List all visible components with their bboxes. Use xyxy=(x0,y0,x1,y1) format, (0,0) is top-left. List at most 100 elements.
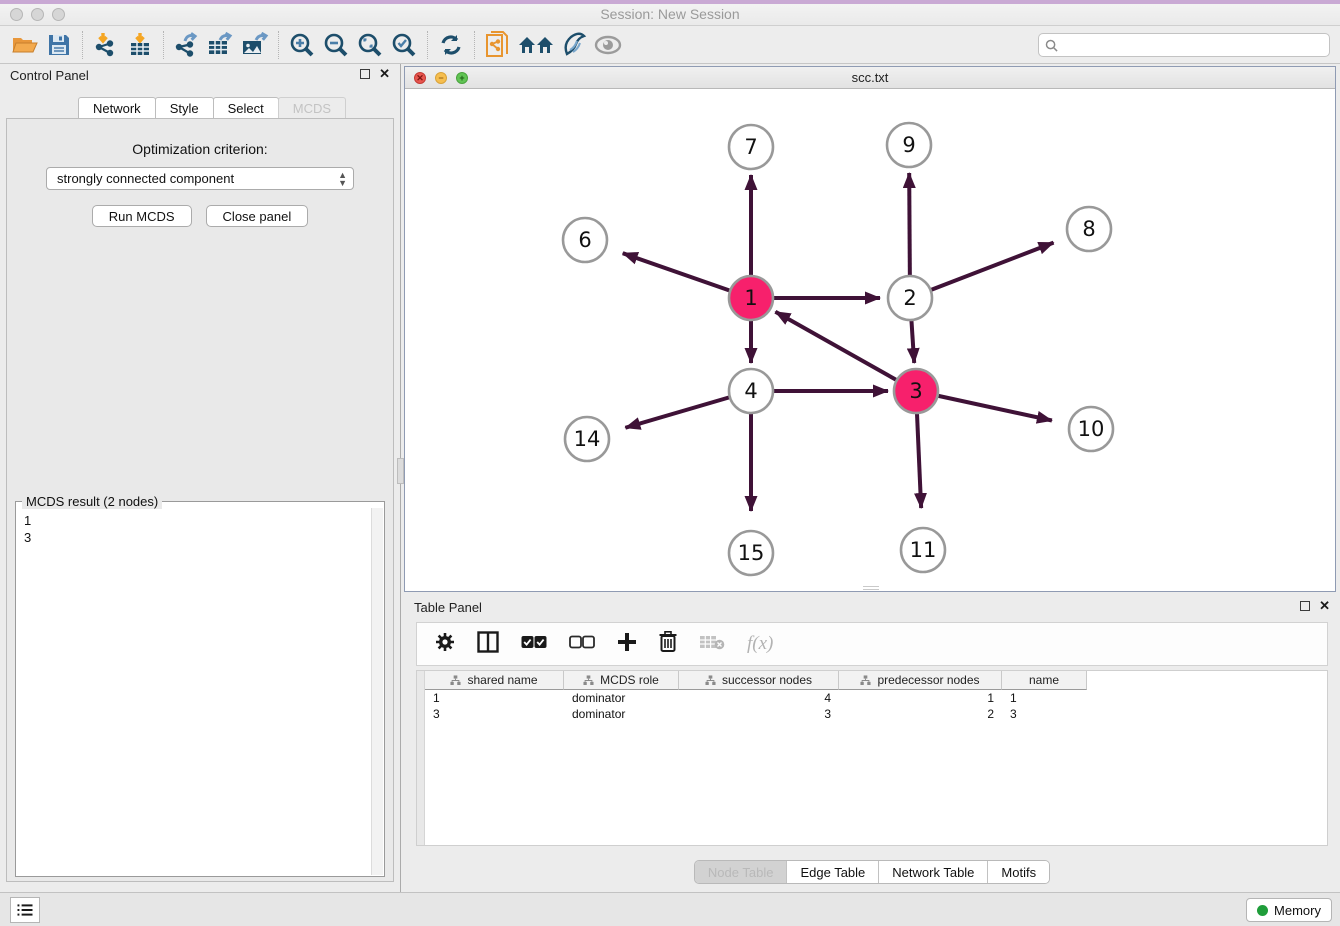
zoom-out-button[interactable] xyxy=(319,29,353,61)
table-row[interactable]: 1dominator411 xyxy=(425,690,1087,706)
table-cell[interactable]: 2 xyxy=(839,706,1002,722)
clone-network-icon xyxy=(485,31,511,59)
deselect-all-button[interactable] xyxy=(569,635,595,654)
zoom-selected-button[interactable] xyxy=(387,29,421,61)
import-network-icon xyxy=(93,32,119,58)
table-header-row: shared name MCDS rolesuccessor nodesprede… xyxy=(425,671,1087,690)
mcds-result-line[interactable]: 3 xyxy=(24,529,370,546)
mcds-result-line[interactable]: 1 xyxy=(24,512,370,529)
node-label-10: 10 xyxy=(1078,417,1105,441)
search-input[interactable] xyxy=(1063,38,1323,53)
show-hide-details-button[interactable] xyxy=(591,29,625,61)
table-cell[interactable]: 4 xyxy=(679,690,839,706)
export-image-button[interactable] xyxy=(238,29,272,61)
refresh-view-button[interactable] xyxy=(434,29,468,61)
toolbar-separator xyxy=(278,31,279,59)
column-header-successor-nodes[interactable]: successor nodes xyxy=(679,671,839,690)
close-panel-icon[interactable]: ✕ xyxy=(379,69,390,79)
node-label-15: 15 xyxy=(738,541,765,565)
network-graph[interactable]: 7968124314101511 xyxy=(405,89,1335,591)
table-cell[interactable]: dominator xyxy=(564,706,679,722)
control-panel-title: Control Panel xyxy=(10,68,89,83)
tab-edge-table[interactable]: Edge Table xyxy=(787,861,879,883)
clone-network-button[interactable] xyxy=(481,29,515,61)
node-label-2: 2 xyxy=(903,286,916,310)
list-icon xyxy=(17,903,33,917)
tab-motifs[interactable]: Motifs xyxy=(988,861,1049,883)
add-column-button[interactable] xyxy=(617,632,637,657)
column-header-shared-name[interactable]: shared name xyxy=(425,671,564,690)
zoom-in-button[interactable] xyxy=(285,29,319,61)
column-header-predecessor-nodes[interactable]: predecessor nodes xyxy=(839,671,1002,690)
tab-network[interactable]: Network xyxy=(78,97,156,119)
tab-mcds[interactable]: MCDS xyxy=(278,97,346,119)
mcds-result-title: MCDS result (2 nodes) xyxy=(22,494,162,509)
table-cell[interactable]: 3 xyxy=(679,706,839,722)
window-title: Session: New Session xyxy=(0,6,1340,22)
delete-columns-button[interactable] xyxy=(659,631,677,657)
export-network-icon xyxy=(173,32,201,58)
column-header-name[interactable]: name xyxy=(1002,671,1087,690)
export-table-button[interactable] xyxy=(204,29,238,61)
table-cell[interactable]: 1 xyxy=(839,690,1002,706)
table-cell[interactable]: 3 xyxy=(425,706,564,722)
table-cell[interactable]: 3 xyxy=(1002,706,1087,722)
network-canvas[interactable]: 7968124314101511 xyxy=(405,89,1335,591)
zoom-fit-icon xyxy=(357,32,383,58)
close-table-panel-icon[interactable]: ✕ xyxy=(1319,601,1330,611)
save-session-button[interactable] xyxy=(42,29,76,61)
network-window-titlebar[interactable]: ✕ − + scc.txt xyxy=(405,67,1335,89)
toggle-panes-button[interactable] xyxy=(477,631,499,658)
mcds-result-list[interactable]: 13 xyxy=(16,508,370,876)
column-settings-button[interactable] xyxy=(435,632,455,657)
float-table-panel-icon[interactable] xyxy=(1300,601,1310,611)
open-file-button[interactable] xyxy=(8,29,42,61)
select-all-button[interactable] xyxy=(521,635,547,654)
edge-3-1[interactable] xyxy=(775,312,916,391)
import-table-button[interactable] xyxy=(123,29,157,61)
table-cell[interactable]: 1 xyxy=(425,690,564,706)
zoom-out-icon xyxy=(323,32,349,58)
float-panel-icon[interactable] xyxy=(360,69,370,79)
column-type-icon xyxy=(860,675,871,686)
close-panel-button[interactable]: Close panel xyxy=(206,205,309,227)
tab-node-table[interactable]: Node Table xyxy=(695,861,788,883)
refresh-icon xyxy=(439,33,463,57)
column-header-MCDS-role[interactable]: MCDS role xyxy=(564,671,679,690)
table-body: 1dominator4113dominator323 xyxy=(425,690,1087,722)
task-history-button[interactable] xyxy=(10,897,40,923)
optimization-criterion-select[interactable]: strongly connected component ▲▼ xyxy=(46,167,354,190)
tab-select[interactable]: Select xyxy=(213,97,279,119)
tab-style[interactable]: Style xyxy=(155,97,214,119)
trash-icon xyxy=(659,631,677,652)
run-mcds-button[interactable]: Run MCDS xyxy=(92,205,192,227)
table-cell[interactable]: 1 xyxy=(1002,690,1087,706)
toolbar-separator xyxy=(427,31,428,59)
row-gutter xyxy=(417,671,425,845)
result-scrollbar[interactable] xyxy=(371,508,383,875)
panel-divider-grip[interactable] xyxy=(397,458,404,484)
node-label-4: 4 xyxy=(744,379,757,403)
column-label: shared name xyxy=(467,673,537,687)
unchecked-boxes-icon xyxy=(569,635,595,649)
table-toolbar: f(x) xyxy=(416,622,1328,666)
delete-table-button[interactable] xyxy=(699,634,725,655)
window-resize-grip[interactable] xyxy=(863,586,879,590)
zoom-fit-button[interactable] xyxy=(353,29,387,61)
style-brush-button[interactable] xyxy=(557,29,591,61)
export-network-button[interactable] xyxy=(170,29,204,61)
table-row[interactable]: 3dominator323 xyxy=(425,706,1087,722)
import-network-button[interactable] xyxy=(89,29,123,61)
node-table: shared name MCDS rolesuccessor nodesprede… xyxy=(416,670,1328,846)
table-cell[interactable]: dominator xyxy=(564,690,679,706)
memory-button[interactable]: Memory xyxy=(1246,898,1332,922)
optimization-criterion-label: Optimization criterion: xyxy=(7,141,393,157)
search-box[interactable] xyxy=(1038,33,1330,57)
titlebar-accent-strip xyxy=(0,0,1340,4)
function-builder-button[interactable]: f(x) xyxy=(747,633,773,655)
tab-network-table[interactable]: Network Table xyxy=(879,861,988,883)
network-overview-button[interactable] xyxy=(515,29,557,61)
column-type-icon xyxy=(705,675,716,686)
style-brush-icon xyxy=(561,32,587,58)
toolbar-separator xyxy=(474,31,475,59)
